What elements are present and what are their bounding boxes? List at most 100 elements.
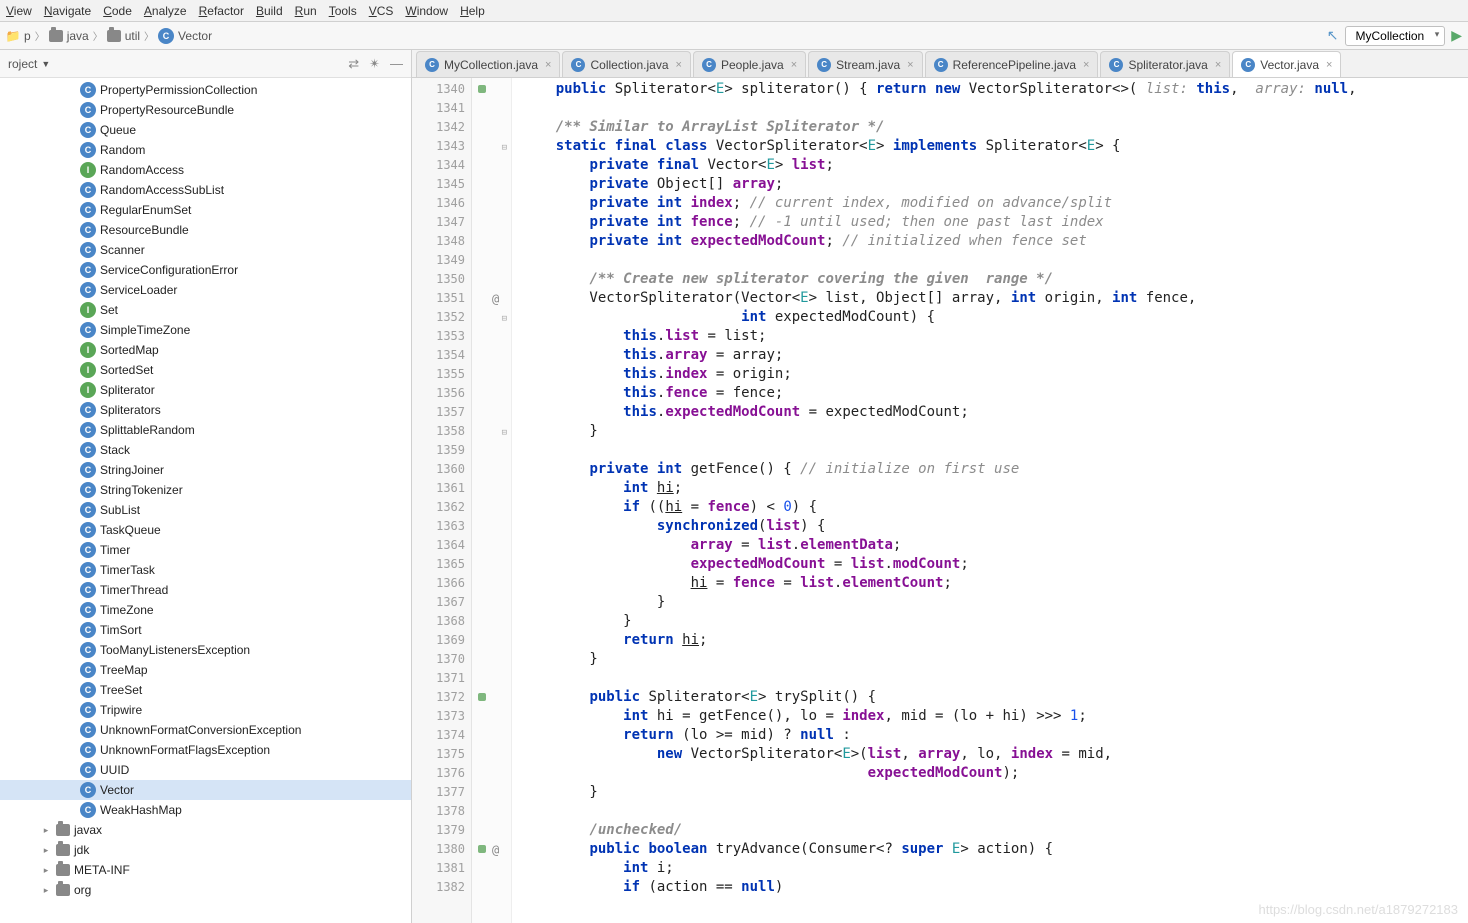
chevron-right-icon: ▸ (40, 865, 52, 876)
menu-analyze[interactable]: Analyze (144, 4, 187, 18)
menu-run[interactable]: Run (295, 4, 317, 18)
tree-item-weakhashmap[interactable]: CWeakHashMap (0, 800, 411, 820)
close-icon[interactable]: × (545, 59, 551, 71)
collapse-icon[interactable]: — (390, 56, 403, 72)
tree-pkg-javax[interactable]: ▸javax (0, 820, 411, 840)
tab-spliterator[interactable]: CSpliterator.java× (1100, 51, 1230, 77)
tree-item-tripwire[interactable]: CTripwire (0, 700, 411, 720)
tree-item-set[interactable]: ISet (0, 300, 411, 320)
close-icon[interactable]: × (1326, 59, 1332, 71)
tree-item-serviceloader[interactable]: CServiceLoader (0, 280, 411, 300)
tree-item-propertypermissioncollection[interactable]: CPropertyPermissionCollection (0, 80, 411, 100)
bc-util[interactable]: util (125, 29, 140, 43)
tree-item-toomanylistenersexception[interactable]: CTooManyListenersException (0, 640, 411, 660)
folder-icon (49, 30, 63, 42)
gear-icon[interactable]: ✴ (369, 56, 380, 72)
tree-item-timertask[interactable]: CTimerTask (0, 560, 411, 580)
menu-tools[interactable]: Tools (329, 4, 357, 18)
class-icon: C (80, 282, 96, 298)
run-configuration-select[interactable]: MyCollection (1345, 26, 1446, 46)
class-icon: C (80, 542, 96, 558)
nav-up-icon[interactable]: ↖ (1327, 27, 1339, 44)
tree-item-randomaccess[interactable]: IRandomAccess (0, 160, 411, 180)
bc-java[interactable]: java (67, 29, 89, 43)
tree-item-scanner[interactable]: CScanner (0, 240, 411, 260)
menu-help[interactable]: Help (460, 4, 485, 18)
menu-code[interactable]: Code (103, 4, 132, 18)
close-icon[interactable]: × (1215, 59, 1221, 71)
tree-item-vector[interactable]: CVector (0, 780, 411, 800)
close-icon[interactable]: × (907, 59, 913, 71)
tree-item-timsort[interactable]: CTimSort (0, 620, 411, 640)
tab-label: Vector.java (1260, 58, 1319, 72)
close-icon[interactable]: × (1083, 59, 1089, 71)
tree-item-label: Timer (100, 543, 130, 557)
tree-item-sublist[interactable]: CSubList (0, 500, 411, 520)
tree-item-stringtokenizer[interactable]: CStringTokenizer (0, 480, 411, 500)
tree-item-uuid[interactable]: CUUID (0, 760, 411, 780)
menu-vcs[interactable]: VCS (369, 4, 394, 18)
tree-item-propertyresourcebundle[interactable]: CPropertyResourceBundle (0, 100, 411, 120)
tree-item-spliterators[interactable]: CSpliterators (0, 400, 411, 420)
tree-item-timer[interactable]: C Timer (0, 540, 411, 560)
tree-item-randomaccesssublist[interactable]: CRandomAccessSubList (0, 180, 411, 200)
tree-item-sortedmap[interactable]: ISortedMap (0, 340, 411, 360)
menu-refactor[interactable]: Refactor (199, 4, 244, 18)
folder-icon (56, 824, 70, 836)
class-icon: C (1241, 58, 1255, 72)
tree-item-unknownformatconversionexception[interactable]: CUnknownFormatConversionException (0, 720, 411, 740)
tree-item-label: UnknownFormatConversionException (100, 723, 301, 737)
code-content[interactable]: public Spliterator<E> spliterator() { re… (512, 78, 1468, 923)
tree-item-simpletimezone[interactable]: CSimpleTimeZone (0, 320, 411, 340)
tab-collection[interactable]: CCollection.java× (562, 51, 690, 77)
tree-item-resourcebundle[interactable]: CResourceBundle (0, 220, 411, 240)
class-icon: C (80, 322, 96, 338)
tab-mycollection[interactable]: CMyCollection.java× (416, 51, 560, 77)
tree-item-sortedset[interactable]: ISortedSet (0, 360, 411, 380)
project-tree[interactable]: CPropertyPermissionCollectionCPropertyRe… (0, 78, 411, 923)
tab-people[interactable]: CPeople.java× (693, 51, 806, 77)
code-editor[interactable]: 1340134113421343134413451346134713481349… (412, 78, 1468, 923)
tab-vector[interactable]: C Vector.java × (1232, 51, 1341, 77)
tree-item-spliterator[interactable]: ISpliterator (0, 380, 411, 400)
folder-icon (107, 30, 121, 42)
menu-view[interactable]: View (6, 4, 32, 18)
chevron-right-icon: 〉 (35, 28, 45, 43)
tab-stream[interactable]: CStream.java× (808, 51, 922, 77)
tab-referencepipeline[interactable]: CReferencePipeline.java× (925, 51, 1099, 77)
tree-item-unknownformatflagsexception[interactable]: CUnknownFormatFlagsException (0, 740, 411, 760)
tree-item-stringjoiner[interactable]: CStringJoiner (0, 460, 411, 480)
bc-vector[interactable]: Vector (178, 29, 212, 43)
scroll-from-source-icon[interactable]: ⇄ (348, 56, 359, 72)
menu-build[interactable]: Build (256, 4, 283, 18)
close-icon[interactable]: × (676, 59, 682, 71)
tree-pkg-meta-inf[interactable]: ▸META-INF (0, 860, 411, 880)
tree-item-random[interactable]: CRandom (0, 140, 411, 160)
menu-window[interactable]: Window (405, 4, 448, 18)
bc-p[interactable]: p (24, 29, 31, 43)
tree-item-serviceconfigurationerror[interactable]: CServiceConfigurationError (0, 260, 411, 280)
run-button-icon[interactable]: ▶ (1451, 27, 1462, 44)
tree-pkg-org[interactable]: ▸org (0, 880, 411, 900)
tree-item-stack[interactable]: CStack (0, 440, 411, 460)
class-icon: C (80, 442, 96, 458)
tree-item-splittablerandom[interactable]: CSplittableRandom (0, 420, 411, 440)
tree-item-regularenumset[interactable]: CRegularEnumSet (0, 200, 411, 220)
tree-item-label: Random (100, 143, 145, 157)
chevron-down-icon[interactable]: ▼ (41, 59, 50, 69)
tree-item-treeset[interactable]: CTreeSet (0, 680, 411, 700)
tree-item-timerthread[interactable]: CTimerThread (0, 580, 411, 600)
tree-item-label: UUID (100, 763, 129, 777)
tree-item-treemap[interactable]: CTreeMap (0, 660, 411, 680)
chevron-right-icon: ▸ (40, 845, 52, 856)
tree-pkg-jdk[interactable]: ▸jdk (0, 840, 411, 860)
project-sidebar: roject ▼ ⇄ ✴ — CPropertyPermissionCollec… (0, 50, 412, 923)
line-gutter: 1340134113421343134413451346134713481349… (412, 78, 472, 923)
tree-item-taskqueue[interactable]: CTaskQueue (0, 520, 411, 540)
tree-item-queue[interactable]: CQueue (0, 120, 411, 140)
menu-navigate[interactable]: Navigate (44, 4, 91, 18)
close-icon[interactable]: × (791, 59, 797, 71)
tree-item-label: SortedSet (100, 363, 153, 377)
class-icon: C (1109, 58, 1123, 72)
tree-item-timezone[interactable]: CTimeZone (0, 600, 411, 620)
